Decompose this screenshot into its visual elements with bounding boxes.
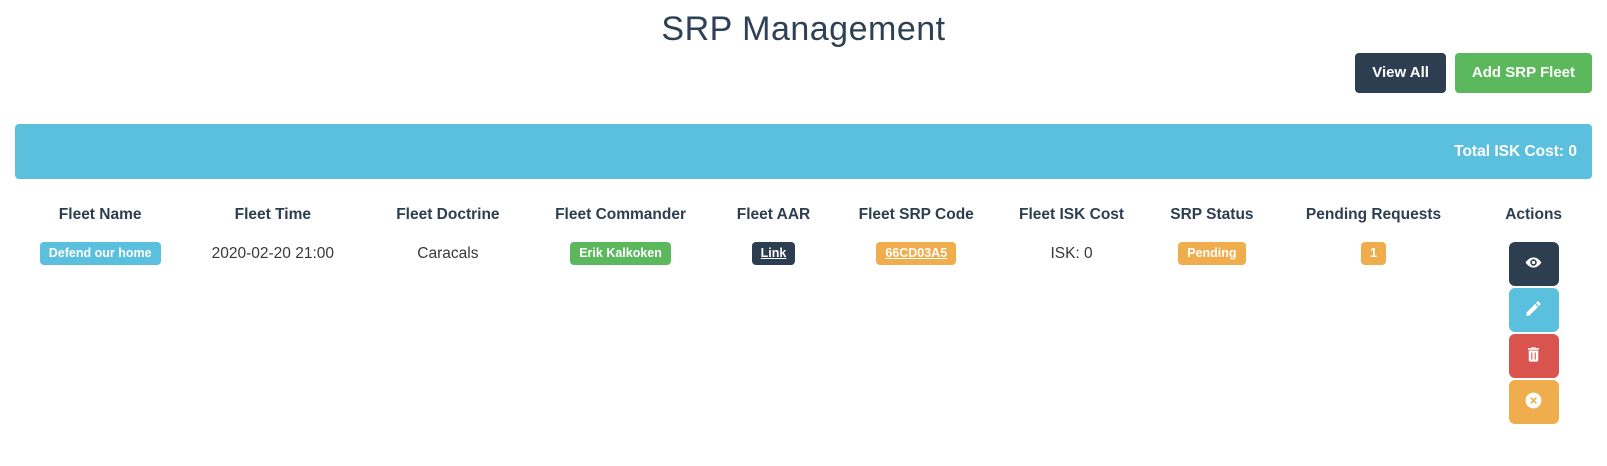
edit-fleet-button[interactable] [1509, 288, 1559, 332]
eye-icon [1524, 253, 1543, 275]
page-title: SRP Management [15, 10, 1592, 49]
pending-requests-badge: 1 [1361, 242, 1386, 265]
srp-management-page: SRP Management View All Add SRP Fleet To… [0, 0, 1607, 466]
disable-fleet-button[interactable] [1509, 380, 1559, 424]
view-all-button[interactable]: View All [1355, 53, 1446, 93]
fleet-time-text: 2020-02-20 21:00 [212, 242, 334, 263]
srp-fleets-table: Fleet Name Fleet Time Fleet Doctrine Fle… [15, 189, 1592, 430]
table-header-row: Fleet Name Fleet Time Fleet Doctrine Fle… [15, 189, 1592, 236]
column-header-pending-requests: Pending Requests [1272, 189, 1475, 236]
column-header-fleet-isk-cost: Fleet ISK Cost [991, 189, 1152, 236]
delete-fleet-button[interactable] [1509, 334, 1559, 378]
trash-icon [1524, 345, 1543, 367]
total-isk-cost-text: Total ISK Cost: 0 [1454, 143, 1577, 161]
fleet-commander-badge: Erik Kalkoken [570, 242, 671, 265]
column-header-fleet-commander: Fleet Commander [535, 189, 705, 236]
column-header-fleet-doctrine: Fleet Doctrine [360, 189, 535, 236]
view-fleet-button[interactable] [1509, 242, 1559, 286]
add-srp-fleet-button[interactable]: Add SRP Fleet [1455, 53, 1592, 93]
toolbar: View All Add SRP Fleet [15, 53, 1592, 93]
column-header-fleet-srp-code: Fleet SRP Code [841, 189, 991, 236]
srp-status-badge: Pending [1178, 242, 1245, 265]
fleet-isk-cost-text: ISK: 0 [1050, 242, 1092, 263]
column-header-fleet-name: Fleet Name [15, 189, 185, 236]
column-header-fleet-aar: Fleet AAR [706, 189, 842, 236]
fleet-srp-code-link[interactable]: 66CD03A5 [876, 242, 956, 265]
column-header-fleet-time: Fleet Time [185, 189, 360, 236]
times-circle-icon [1524, 391, 1543, 413]
fleet-aar-link[interactable]: Link [752, 242, 796, 265]
pencil-icon [1524, 299, 1543, 321]
fleet-name-badge: Defend our home [40, 242, 161, 265]
table-row: Defend our home 2020-02-20 21:00 Caracal… [15, 236, 1592, 430]
total-isk-cost-banner: Total ISK Cost: 0 [15, 124, 1592, 179]
row-actions [1509, 242, 1559, 424]
column-header-srp-status: SRP Status [1152, 189, 1272, 236]
fleet-doctrine-text: Caracals [417, 242, 478, 263]
column-header-actions: Actions [1475, 189, 1592, 236]
